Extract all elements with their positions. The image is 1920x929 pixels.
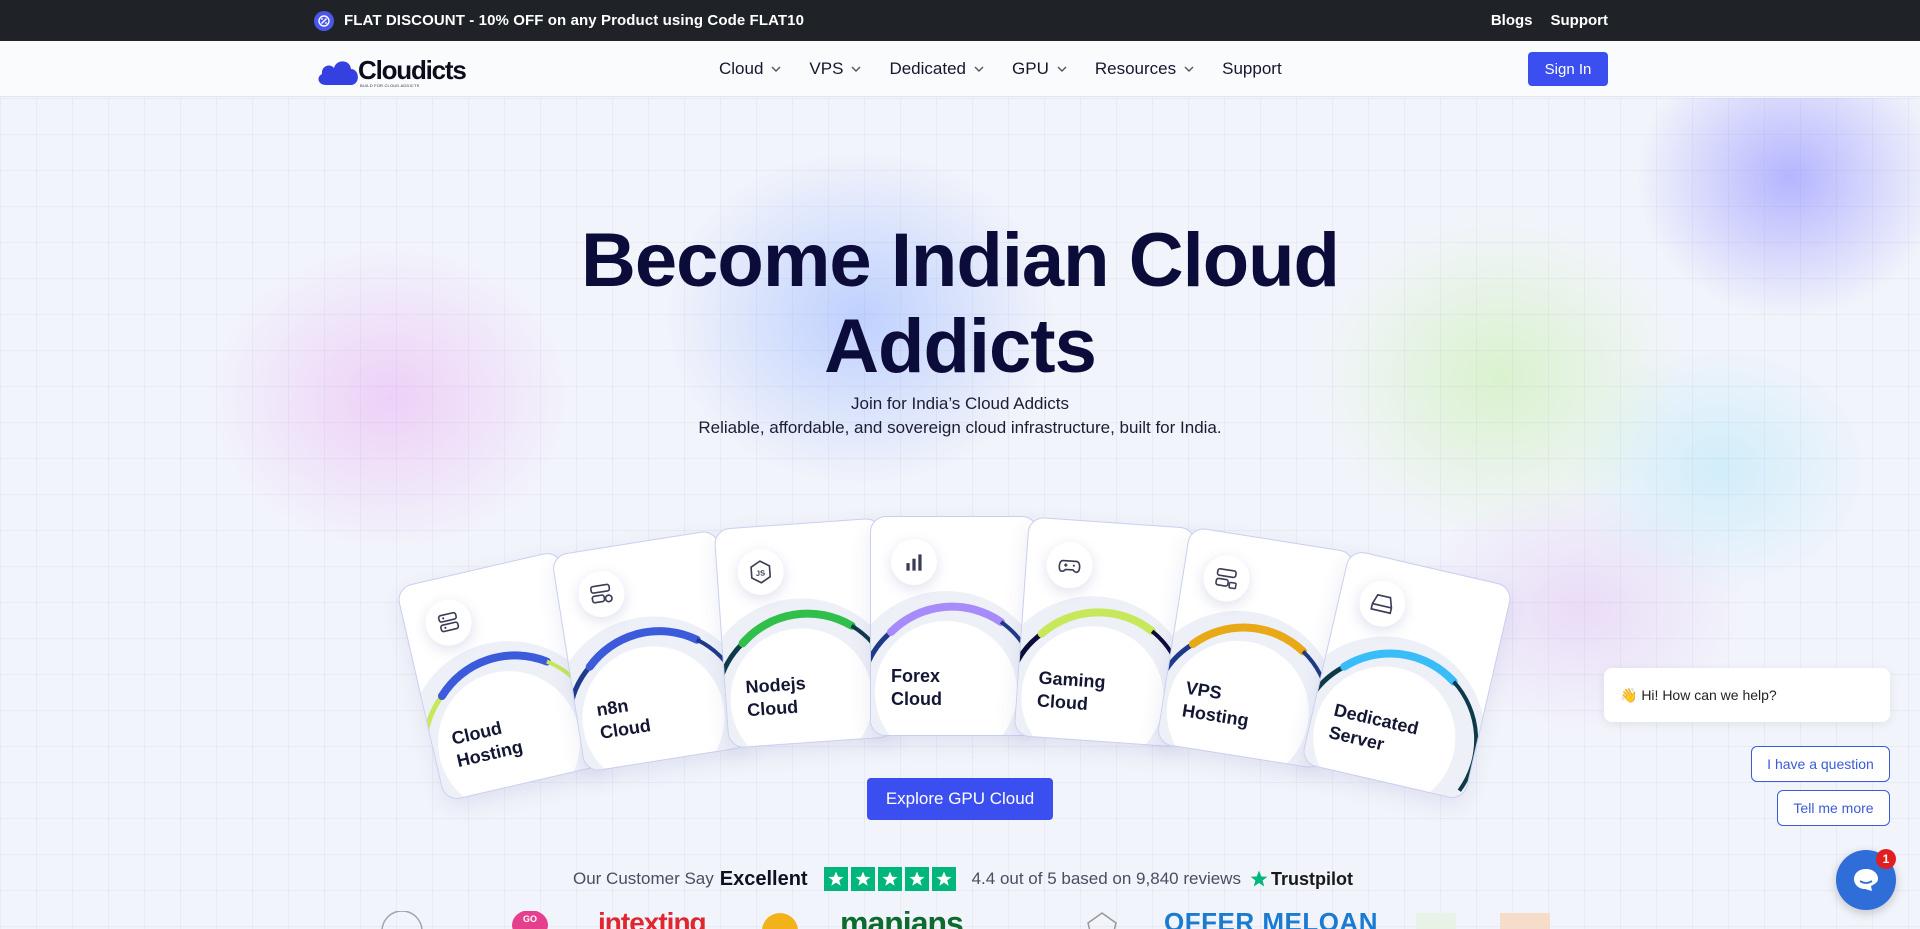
- client-logos-strip: GO intexting manians OFFER MELOAN: [300, 911, 1590, 929]
- chevron-down-icon: [1184, 66, 1194, 72]
- rating-verdict: Excellent: [719, 867, 808, 890]
- rating-star-icon: [850, 867, 875, 891]
- product-card-forex-cloud[interactable]: Forex Cloud: [870, 516, 1038, 736]
- rating-prefix: Our Customer Say: [573, 869, 714, 888]
- trustpilot-star-icon: [1250, 870, 1268, 887]
- card-label: n8n Cloud: [595, 691, 653, 744]
- nav-item-label: Dedicated: [889, 59, 967, 78]
- card-label-line2: Cloud: [746, 696, 799, 721]
- blogs-link[interactable]: Blogs: [1491, 12, 1533, 29]
- promo-bar: FLAT DISCOUNT - 10% OFF on any Product u…: [0, 0, 1920, 41]
- nav-menu: Cloud VPS Dedicated GPU Resources Suppor…: [719, 41, 1308, 97]
- nav-item-vps[interactable]: VPS: [809, 59, 863, 79]
- nav-item-label: Cloud: [719, 59, 764, 78]
- client-logo-shield-icon: [1084, 911, 1120, 929]
- client-logo-green-icon: [1416, 913, 1456, 929]
- client-logo-offer-meloan: OFFER MELOAN: [1164, 911, 1378, 929]
- nav-item-gpu[interactable]: GPU: [1012, 59, 1069, 79]
- card-arc-graphic: [1300, 636, 1486, 802]
- client-logo-emblem-icon: [760, 911, 800, 929]
- client-logo-go: GO: [512, 911, 548, 929]
- chevron-down-icon: [1057, 66, 1067, 72]
- trustpilot-rating[interactable]: Our Customer Say Excellent 4.4 out of 5 …: [573, 864, 1353, 894]
- cloud-logo-icon: [318, 61, 358, 85]
- bar-chart-icon: [891, 539, 937, 585]
- hero-section: Become Indian Cloud Addicts Join for Ind…: [0, 98, 1920, 929]
- card-label-line1: Forex: [891, 666, 941, 686]
- chat-icon: [1854, 869, 1878, 891]
- brand-name: Cloudicts: [358, 54, 467, 85]
- nav-item-label: Resources: [1094, 59, 1177, 78]
- support-top-link[interactable]: Support: [1551, 12, 1609, 29]
- nav-item-support[interactable]: Support: [1222, 59, 1282, 79]
- chat-unread-badge: 1: [1876, 849, 1896, 869]
- rating-stars: [823, 867, 956, 891]
- main-nav: Cloudicts BUILD FOR CLOUD ADDICTS Cloud …: [0, 41, 1920, 97]
- chat-greeting: 👋 Hi! How can we help?: [1604, 668, 1890, 722]
- rating-star-icon: [904, 867, 929, 891]
- nav-item-label: VPS: [809, 59, 844, 78]
- trustpilot-label: Trustpilot: [1270, 868, 1353, 889]
- promo-text: FLAT DISCOUNT - 10% OFF on any Product u…: [344, 12, 805, 29]
- svg-text:JS: JS: [756, 568, 766, 578]
- card-label-line2: Cloud: [891, 689, 942, 709]
- card-label: Gaming Cloud: [1036, 667, 1106, 718]
- rating-star-icon: [877, 867, 902, 891]
- client-logo-intexting: intexting: [598, 911, 707, 929]
- trustpilot-logo: Trustpilot: [1249, 869, 1353, 890]
- client-logo-peach-icon: [1500, 913, 1550, 929]
- chevron-down-icon: [771, 66, 781, 72]
- card-label-line2: Cloud: [1036, 690, 1089, 714]
- nav-item-dedicated[interactable]: Dedicated: [889, 59, 986, 79]
- sign-in-button[interactable]: Sign In: [1528, 52, 1608, 86]
- rating-star-icon: [931, 867, 956, 891]
- nav-item-cloud[interactable]: Cloud: [719, 59, 783, 79]
- rating-star-icon: [823, 867, 848, 891]
- chat-option-tell-more[interactable]: Tell me more: [1777, 790, 1890, 826]
- rating-summary: 4.4 out of 5 based on 9,840 reviews: [971, 869, 1241, 888]
- card-arc-graphic: [871, 591, 1037, 735]
- discount-badge-icon: [314, 10, 334, 31]
- explore-gpu-cloud-button[interactable]: Explore GPU Cloud: [867, 778, 1053, 820]
- nav-item-resources[interactable]: Resources: [1095, 59, 1196, 79]
- chevron-down-icon: [974, 66, 984, 72]
- card-label: Nodejs Cloud: [745, 672, 808, 722]
- client-logo-manians: manians: [840, 911, 964, 929]
- chevron-down-icon: [851, 66, 861, 72]
- card-label: Forex Cloud: [891, 665, 942, 711]
- chat-option-question[interactable]: I have a question: [1751, 746, 1890, 782]
- brand-logo[interactable]: Cloudicts BUILD FOR CLOUD ADDICTS: [314, 53, 467, 88]
- nav-item-label: GPU: [1012, 59, 1049, 78]
- nav-item-label: Support: [1222, 59, 1282, 78]
- client-logo-circle-icon: [380, 911, 424, 929]
- brand-tagline: BUILD FOR CLOUD ADDICTS: [360, 83, 420, 88]
